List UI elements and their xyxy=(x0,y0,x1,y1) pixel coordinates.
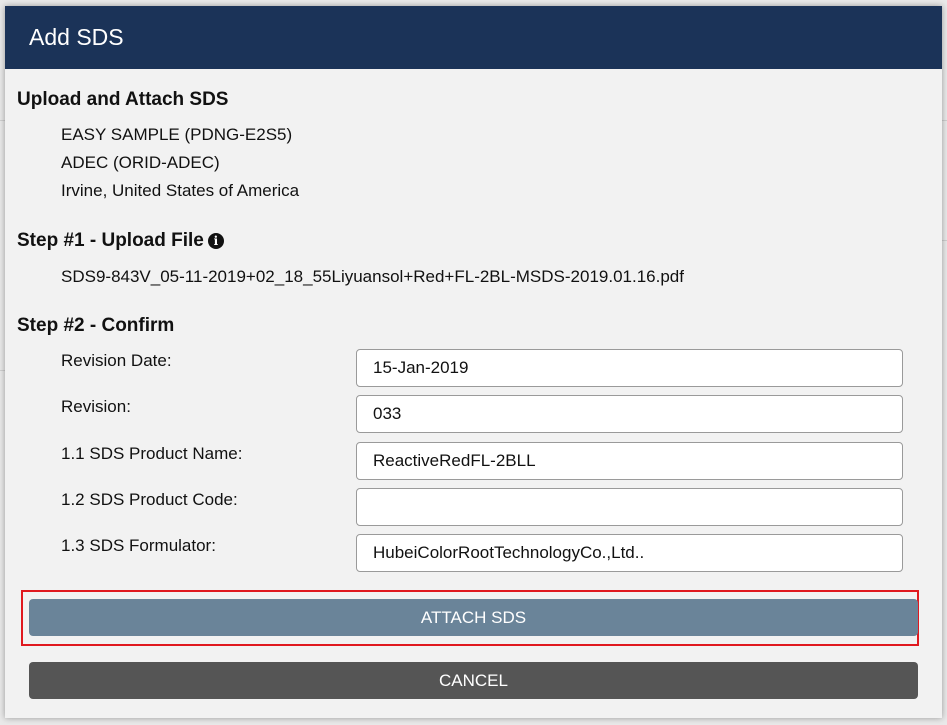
info-circle-icon[interactable]: i xyxy=(207,233,224,249)
product-code-label: 1.2 SDS Product Code: xyxy=(61,490,238,509)
background-divider xyxy=(942,120,947,121)
formulator-label: 1.3 SDS Formulator: xyxy=(61,536,216,555)
revision-input[interactable] xyxy=(356,395,903,433)
add-sds-dialog: Add SDS Upload and Attach SDS EASY SAMPL… xyxy=(5,6,942,718)
customer-name: EASY SAMPLE (PDNG-E2S5) xyxy=(61,125,293,144)
product-name-input[interactable] xyxy=(356,442,903,480)
step2-heading: Step #2 - Confirm xyxy=(17,315,175,336)
product-code-input[interactable] xyxy=(356,488,903,526)
location-text: Irvine, United States of America xyxy=(61,181,300,200)
upload-section-heading: Upload and Attach SDS xyxy=(17,89,229,110)
cancel-button[interactable]: CANCEL xyxy=(29,662,918,699)
step1-heading-text: Step #1 - Upload File xyxy=(17,230,204,251)
product-name-label: 1.1 SDS Product Name: xyxy=(61,444,243,463)
step1-heading: Step #1 - Upload File i xyxy=(17,230,224,252)
supplier-name: ADEC (ORID-ADEC) xyxy=(61,153,220,172)
attach-sds-button[interactable]: ATTACH SDS xyxy=(29,599,918,636)
revision-date-label: Revision Date: xyxy=(61,351,172,370)
revision-date-input[interactable] xyxy=(356,349,903,387)
background-divider xyxy=(942,240,947,241)
dialog-title: Add SDS xyxy=(29,24,124,50)
dialog-header: Add SDS xyxy=(5,6,942,69)
revision-label: Revision: xyxy=(61,397,131,416)
formulator-input[interactable] xyxy=(356,534,903,572)
uploaded-filename: SDS9-843V_05-11-2019+02_18_55Liyuansol+R… xyxy=(61,267,684,286)
